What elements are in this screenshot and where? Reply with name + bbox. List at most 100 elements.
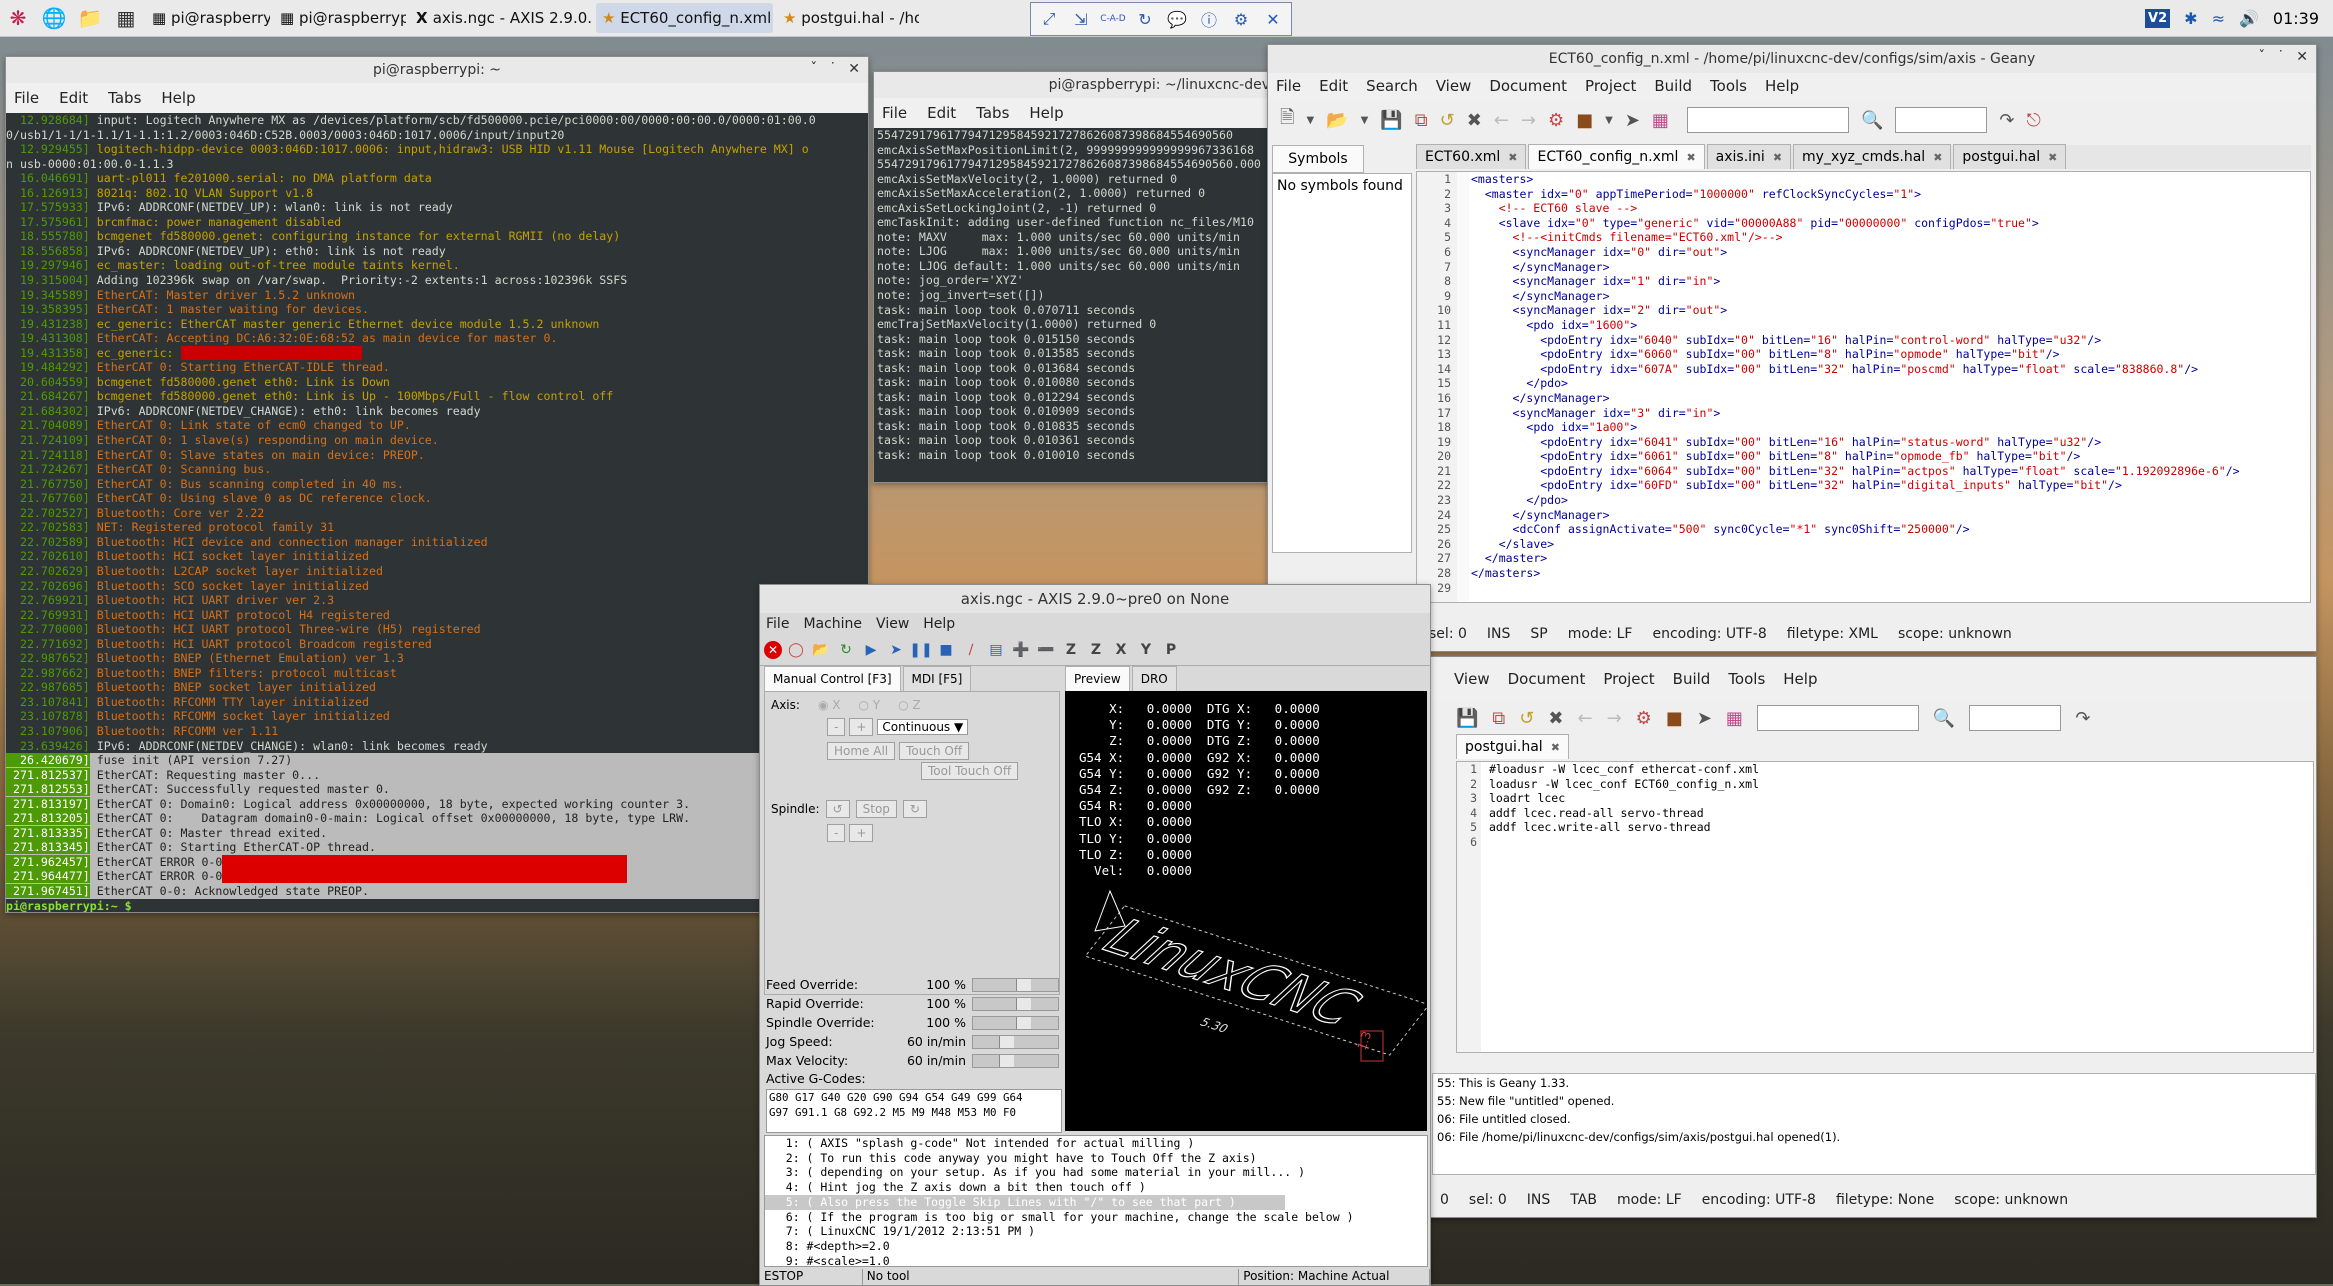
menu-help[interactable]: Help	[1029, 104, 1063, 122]
run-icon[interactable]: ➤	[1625, 110, 1640, 131]
menu-tabs[interactable]: Tabs	[976, 104, 1009, 122]
menu-help[interactable]: Help	[1765, 77, 1799, 95]
task-axis[interactable]: X axis.ngc - AXIS 2.9.0...	[410, 3, 592, 33]
axis-radio-y[interactable]: ○ Y	[858, 698, 880, 712]
bluetooth-icon[interactable]: ✱	[2184, 9, 2197, 28]
gcode-program-line[interactable]: 3: ( depending on your setup. As if you …	[765, 1165, 1427, 1180]
gcode-program-line[interactable]: 6: ( If the program is too big or small …	[765, 1210, 1427, 1225]
optional-stop-icon[interactable]: ▤	[985, 639, 1007, 661]
close-icon[interactable]: ✖	[1686, 151, 1695, 164]
menu-tools[interactable]: Tools	[1728, 670, 1765, 688]
quit-icon[interactable]: ⎋	[2026, 110, 2040, 131]
goto-line-input[interactable]	[1969, 705, 2062, 731]
close-icon[interactable]: ✖	[1508, 151, 1517, 164]
file-manager-icon[interactable]: 📁	[72, 0, 108, 36]
override-slider[interactable]	[972, 996, 1059, 1011]
back-icon[interactable]: ←	[1494, 110, 1509, 131]
find-icon[interactable]: 🔍	[1933, 708, 1955, 729]
chevron-down-icon[interactable]: ▼	[1361, 115, 1369, 126]
menu-build[interactable]: Build	[1654, 77, 1692, 95]
tool-touch-off-button[interactable]: Tool Touch Off	[921, 762, 1019, 780]
view-z2-icon[interactable]: Z	[1085, 639, 1107, 661]
close-file-icon[interactable]: ✖	[1467, 110, 1482, 131]
terminal-output[interactable]: 5547291796177947129584592172786260873986…	[874, 128, 1274, 482]
spindle-stop-button[interactable]: Stop	[855, 800, 897, 818]
document-tab[interactable]: postgui.hal ✖	[1456, 734, 1569, 759]
gcode-program-line[interactable]: 8: #<depth>=2.0	[765, 1239, 1427, 1254]
minimize-icon[interactable]: ˙	[829, 61, 836, 77]
save-icon[interactable]: 💾	[1456, 708, 1478, 729]
run-icon[interactable]: ➤	[1697, 708, 1712, 729]
window-titlebar[interactable]: pi@raspberrypi: ~/linuxcnc-dev	[874, 72, 1274, 98]
document-tab[interactable]: ECT60.xml ✖	[1416, 144, 1527, 169]
code-text[interactable]: #loadusr -W lcec_conf ethercat-conf.xml l…	[1481, 762, 2313, 1052]
open-file-icon[interactable]: 📂	[1326, 110, 1348, 131]
override-slider[interactable]	[972, 977, 1059, 992]
gear-icon[interactable]: ⚙	[1227, 5, 1255, 33]
home-all-button[interactable]: Home All	[827, 742, 896, 760]
gcode-program-line[interactable]: 5: ( Also press the Toggle Skip Lines wi…	[765, 1194, 1285, 1210]
override-slider[interactable]	[972, 1034, 1059, 1049]
spindle-ccw-button[interactable]: ↺	[825, 800, 850, 818]
skip-lines-icon[interactable]: ∕	[960, 639, 982, 661]
task-geany-postgui[interactable]: ★ postgui.hal - /ho	[777, 3, 919, 33]
forward-icon[interactable]: →	[1521, 110, 1536, 131]
terminal-output[interactable]: 12.928684] input: Logitech Anywhere MX a…	[6, 113, 868, 912]
jog-mode-select[interactable]: Continuous ▼	[877, 719, 969, 735]
code-editor[interactable]: 123456 #loadusr -W lcec_conf ethercat-co…	[1456, 761, 2314, 1053]
spindle-slower-button[interactable]: -	[827, 824, 846, 842]
chevron-down-icon[interactable]: ▼	[1605, 115, 1613, 126]
slider-handle[interactable]	[1015, 978, 1031, 991]
override-slider[interactable]	[972, 1015, 1059, 1030]
jog-plus-button[interactable]: +	[849, 718, 874, 736]
menu-project[interactable]: Project	[1585, 77, 1636, 95]
search-input[interactable]	[1756, 705, 1919, 731]
raspberry-menu-icon[interactable]: ❋	[0, 0, 36, 36]
gcode-program-line[interactable]: 9: #<scale>=1.0	[765, 1254, 1427, 1266]
step-icon[interactable]: ➤	[885, 639, 907, 661]
axis-radio-z[interactable]: ○ Z	[898, 698, 921, 712]
menu-tools[interactable]: Tools	[1710, 77, 1747, 95]
menu-build[interactable]: Build	[1673, 670, 1711, 688]
gcode-program-line[interactable]: 4: ( Hint jog the Z axis down a bit then…	[765, 1180, 1427, 1195]
info-icon[interactable]: ⓘ	[1195, 5, 1223, 33]
document-tab[interactable]: my_xyz_cmds.hal ✖	[1793, 144, 1952, 169]
close-icon[interactable]: ✖	[1933, 151, 1942, 164]
task-terminal-linuxcnc[interactable]: ▦ pi@raspberrypi: ~/lin...	[146, 3, 270, 33]
chat-icon[interactable]: 💬	[1163, 5, 1191, 33]
menu-view[interactable]: View	[1436, 77, 1472, 95]
back-icon[interactable]: ←	[1577, 708, 1592, 729]
override-slider[interactable]	[972, 1053, 1059, 1068]
menu-help[interactable]: Help	[923, 616, 955, 632]
task-terminal-home[interactable]: ▦ pi@raspberrypi: ~	[274, 3, 406, 33]
build-icon[interactable]: ■	[1666, 708, 1683, 729]
menu-edit[interactable]: Edit	[59, 89, 88, 107]
goto-icon[interactable]: ↷	[1999, 110, 2014, 131]
color-chooser-icon[interactable]: ▦	[1652, 110, 1669, 131]
view-y-icon[interactable]: Y	[1135, 639, 1157, 661]
view-p-icon[interactable]: P	[1160, 639, 1182, 661]
menu-file[interactable]: File	[882, 104, 907, 122]
close-icon[interactable]: ✖	[1551, 741, 1560, 754]
machine-power-icon[interactable]: ◯	[785, 639, 807, 661]
slider-handle[interactable]	[998, 1054, 1014, 1067]
save-all-icon[interactable]: ⧉	[1492, 708, 1505, 729]
stop-icon[interactable]: ■	[935, 639, 957, 661]
menu-machine[interactable]: Machine	[803, 616, 862, 632]
spindle-cw-button[interactable]: ↻	[902, 800, 927, 818]
menu-view[interactable]: View	[1454, 670, 1490, 688]
tab-dro[interactable]: DRO	[1131, 666, 1177, 691]
goto-icon[interactable]: ↷	[2075, 708, 2090, 729]
document-tab[interactable]: axis.ini ✖	[1706, 144, 1792, 169]
tab-symbols[interactable]: Symbols	[1272, 145, 1364, 173]
run-icon[interactable]: ▶	[860, 639, 882, 661]
window-titlebar[interactable]: ECT60_config_n.xml - /home/pi/linuxcnc-d…	[1268, 45, 2316, 73]
ctrl-alt-del-icon[interactable]: C-A-D	[1099, 5, 1127, 33]
compile-icon[interactable]: ⚙	[1636, 708, 1652, 729]
close-icon[interactable]: ✕	[2296, 49, 2308, 65]
gcode-program-line[interactable]: 2: ( To run this code anyway you might h…	[765, 1151, 1427, 1166]
pause-icon[interactable]: ❚❚	[909, 639, 932, 661]
gcode-listing[interactable]: 1: ( AXIS "splash g-code" Not intended f…	[764, 1135, 1428, 1267]
menu-edit[interactable]: Edit	[927, 104, 956, 122]
close-file-icon[interactable]: ✖	[1548, 708, 1563, 729]
